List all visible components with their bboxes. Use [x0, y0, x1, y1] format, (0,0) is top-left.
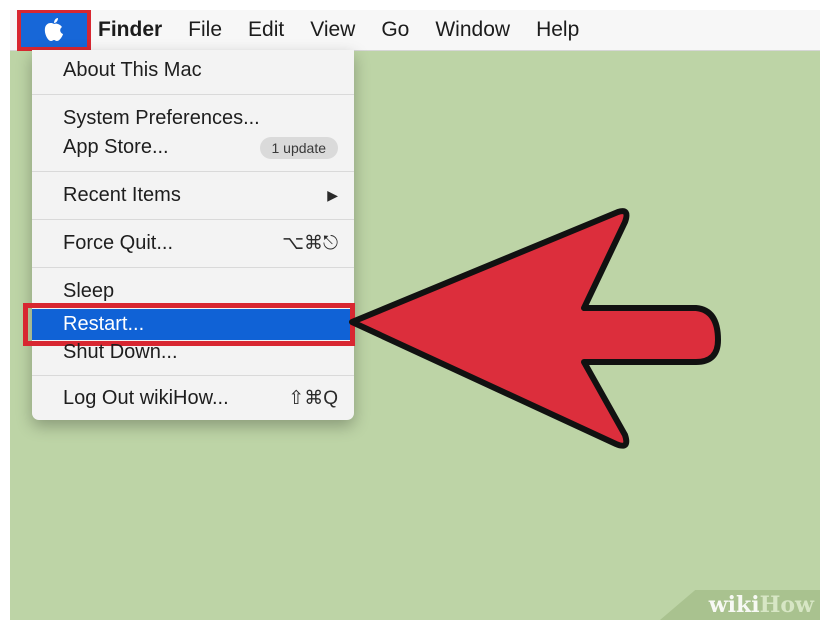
- watermark-text-how: How: [759, 592, 814, 618]
- desktop: Finder File Edit View Go Window Help Abo…: [10, 10, 820, 620]
- watermark-text-wiki: wiki: [708, 592, 760, 618]
- pointer-arrow-icon: [349, 208, 721, 449]
